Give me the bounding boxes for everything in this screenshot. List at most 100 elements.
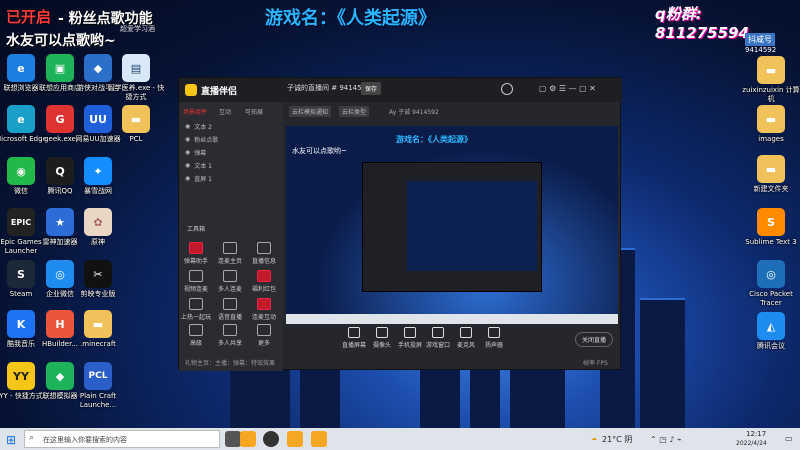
btn-mic[interactable]: 麦克风 — [451, 327, 481, 349]
eye-icon[interactable]: ◉ — [185, 136, 190, 143]
folder-icon: ▬ — [84, 310, 112, 338]
go-live-button[interactable]: 关闭直播 — [575, 332, 614, 347]
window-titlebar: 直播伴侣 子诚的直播间 # 9414592 保存 ▢ ⚙ ☰ — ▢ ✕ — [179, 78, 622, 102]
desktop-icon[interactable]: ▬ 新建文件夹 — [741, 155, 800, 194]
eye-icon[interactable]: ◉ — [185, 162, 190, 169]
tool-multi-link[interactable]: 多人连麦 — [215, 270, 245, 293]
btn-speaker[interactable]: 扬声器 — [479, 327, 509, 349]
taskbar: ⊞ ⌕ 在这里输入你要搜索的内容 ☁ 21°C 阴 ⌃ ◳ ♪ ⌁ 12:17 … — [0, 428, 800, 450]
source-item[interactable]: ◉ 直屏 1 — [185, 172, 212, 184]
taskbar-app-icon[interactable] — [287, 431, 303, 447]
search-icon: ⌕ — [29, 433, 35, 443]
info-icon — [257, 242, 271, 254]
preview-nested-window — [362, 162, 542, 292]
desktop-icon[interactable]: ✦ 暴雪战网 — [68, 157, 128, 196]
clock-date[interactable]: 2022/4/24 — [736, 440, 767, 447]
desktop-icon[interactable]: ▬ zuixinzuixin 计算机 — [741, 56, 800, 104]
source-item[interactable]: ◉ 文本 2 — [185, 120, 212, 132]
fire-icon — [189, 298, 203, 310]
link-icon — [257, 298, 271, 310]
windows-start-icon[interactable]: ⊞ — [6, 433, 16, 447]
app-title: 直播伴侣 — [201, 87, 238, 97]
tool-danmu[interactable]: 弹幕助手 — [181, 242, 211, 265]
source-item[interactable]: ◉ 文本 1 — [185, 159, 212, 171]
search-box[interactable]: ⌕ 在这里输入你要搜索的内容 — [24, 430, 220, 448]
desktop-icon[interactable]: PCL Plain Craft Launche... — [68, 362, 128, 410]
person-icon — [223, 242, 237, 254]
task-view-icon[interactable] — [225, 431, 241, 447]
settings-icon — [189, 324, 203, 336]
taskbar-app-icon[interactable] — [263, 431, 279, 447]
folder-icon: ▬ — [757, 105, 785, 133]
eye-icon[interactable]: ◉ — [185, 149, 190, 156]
desktop-icon[interactable]: ▬ .minecraft — [68, 310, 128, 349]
pcl-icon: PCL — [84, 362, 112, 390]
source-item[interactable]: ◉ 弹幕 — [185, 146, 206, 158]
preview-taskbar — [286, 314, 618, 324]
tool-more[interactable]: 更多 — [249, 324, 279, 347]
speaker-icon — [488, 327, 500, 338]
tencent-meeting-icon: ◭ — [757, 312, 785, 340]
taskbar-app-icon[interactable] — [240, 431, 256, 447]
tab-scene[interactable]: 场景组件 — [183, 107, 207, 116]
tool-video-link[interactable]: 视频连麦 — [181, 270, 211, 293]
streaming-app-window: 直播伴侣 子诚的直播间 # 9414592 保存 ▢ ⚙ ☰ — ▢ ✕ 场景组… — [178, 77, 622, 371]
shortcut-icon: ▤ — [122, 54, 150, 82]
tool-share[interactable]: 多人共享 — [215, 324, 245, 347]
desktop-icon[interactable]: ◭ 腾讯会议 — [741, 312, 800, 351]
notification-icon[interactable]: ▭ — [785, 434, 793, 443]
folder-icon: ▬ — [122, 105, 150, 133]
footer-right: 帧率 FPS — [583, 360, 608, 367]
weather-icon: ☁ — [591, 435, 597, 442]
sidebar: 场景组件 互动 可拓展 ◉ 文本 2 ◉ 粉丝点歌 ◉ 弹幕 ◉ 文本 1 ◉ 直屏 1 … — [179, 102, 283, 371]
room-title: 子诚的直播间 # 9414592 — [287, 84, 371, 92]
overlay-status: 已开启 — [6, 8, 52, 26]
desktop-icon[interactable]: ✂ 剪映专业版 — [68, 260, 128, 299]
footer-left: 礼物主页：主播：弹幕：特效效果 — [185, 360, 276, 367]
phone-icon — [404, 327, 416, 338]
preview-nested-content — [407, 181, 537, 271]
btn-game-window[interactable]: 游戏窗口 — [423, 327, 453, 349]
stream-preview: 游戏名：《人类起源》 水友可以点歌哟~ — [286, 126, 618, 324]
desktop-icon[interactable]: ▤ 智学医养.exe - 快捷方式 — [106, 54, 166, 102]
clock-icon[interactable] — [501, 83, 513, 95]
taskbar-app-icon[interactable] — [311, 431, 327, 447]
tool-advanced[interactable]: 高级 — [181, 324, 211, 347]
clock-time[interactable]: 12:17 — [746, 430, 766, 438]
tab-interact[interactable]: 互动 — [219, 107, 231, 116]
gift-icon — [257, 270, 271, 282]
btn-camera[interactable]: 摄像头 — [367, 327, 397, 349]
window-actions[interactable]: ▢ ⚙ ☰ — ▢ ✕ — [539, 84, 596, 93]
room-info: Ay 子诚 9414592 — [389, 109, 439, 116]
more-icon — [257, 324, 271, 336]
tab-extend[interactable]: 可拓展 — [245, 107, 263, 116]
desktop-icon[interactable]: ✿ 原神 — [68, 208, 128, 247]
share-icon — [223, 324, 237, 336]
overlay-line2: 水友可以点歌哟~ — [6, 33, 116, 49]
toolbox-heading: 工具箱 — [187, 226, 206, 233]
eye-icon[interactable]: ◉ — [185, 123, 190, 130]
tray-icons[interactable]: ⌃ ◳ ♪ ⌁ — [650, 435, 682, 444]
capcut-icon: ✂ — [84, 260, 112, 288]
tool-voice-live[interactable]: 语音直播 — [215, 298, 245, 321]
tool-hot-play[interactable]: 上热一起玩 — [181, 298, 211, 321]
desktop-icon[interactable]: S Sublime Text 3 — [741, 208, 800, 247]
desktop-icon[interactable]: ◎ Cisco Packet Tracer — [741, 260, 800, 308]
video-icon — [189, 270, 203, 282]
tool-live-info[interactable]: 直播信息 — [249, 242, 279, 265]
source-item[interactable]: ◉ 粉丝点歌 — [185, 133, 218, 145]
room-badge: 云栏类型 — [339, 106, 370, 117]
camera-icon — [376, 327, 388, 338]
tool-link-home[interactable]: 连麦主页 — [215, 242, 245, 265]
battlenet-icon: ✦ — [84, 157, 112, 185]
tool-red-packet[interactable]: 福利红包 — [249, 270, 279, 293]
weather-text[interactable]: 21°C 阴 — [602, 434, 632, 445]
desktop-icon[interactable]: ▬ images — [741, 105, 800, 144]
btn-screen[interactable]: 直播屏幕 — [339, 327, 369, 349]
btn-phone-cast[interactable]: 手机投屏 — [395, 327, 425, 349]
monitor-icon — [348, 327, 360, 338]
save-button[interactable]: 保存 — [361, 82, 382, 95]
desktop-icon[interactable]: ▬ PCL — [106, 105, 166, 144]
eye-icon[interactable]: ◉ — [185, 175, 190, 182]
tool-link-interact[interactable]: 连麦互动 — [249, 298, 279, 321]
